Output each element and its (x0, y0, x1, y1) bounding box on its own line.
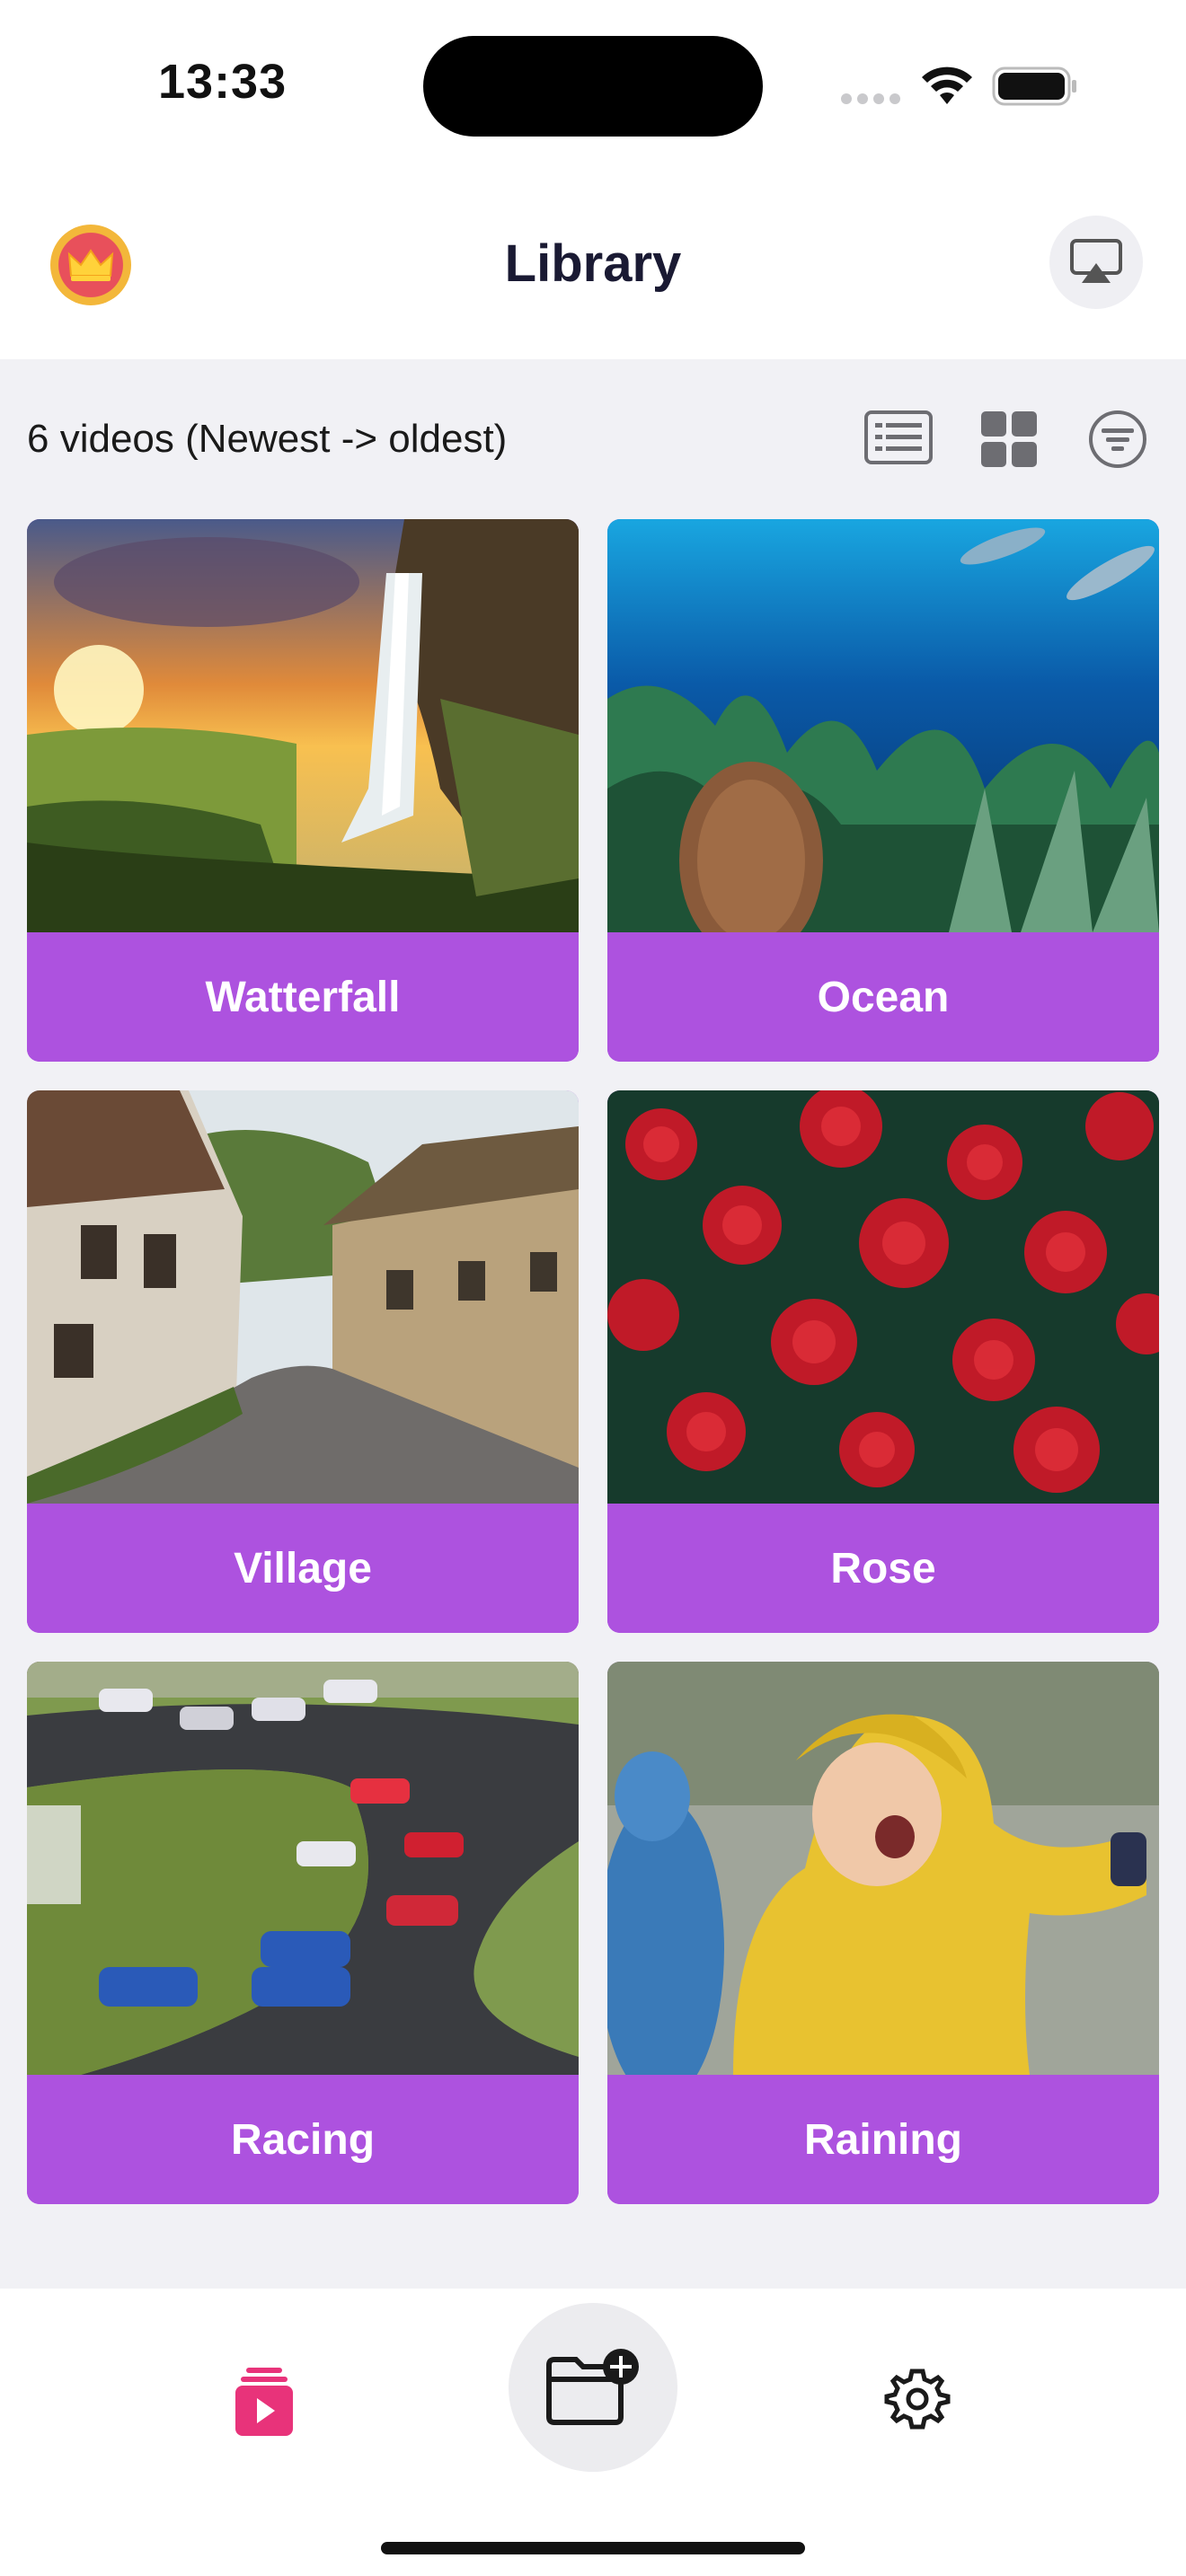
video-title: Watterfall (27, 932, 579, 1062)
airplay-icon (1070, 239, 1122, 283)
sort-icon (1089, 410, 1146, 468)
video-title: Rose (607, 1504, 1159, 1633)
gear-icon (884, 2369, 951, 2430)
video-grid: Watterfall Ocean Village Rose Racing Rai… (27, 519, 1159, 2204)
status-time: 13:33 (158, 55, 288, 109)
video-thumbnail-racing (27, 1662, 579, 2075)
list-view-button[interactable] (864, 409, 933, 466)
video-count-label: 6 videos (Newest -> oldest) (27, 417, 508, 461)
video-title: Racing (27, 2075, 579, 2204)
grid-view-button[interactable] (981, 411, 1037, 467)
page-title: Library (504, 234, 682, 293)
status-bar: 13:33 (0, 0, 1186, 180)
video-thumbnail-waterfall (27, 519, 579, 932)
tab-bar (0, 2289, 1186, 2576)
battery-icon (992, 66, 1076, 106)
airplay-button[interactable] (1049, 216, 1143, 309)
video-card-village[interactable]: Village (27, 1090, 579, 1633)
video-card-racing[interactable]: Racing (27, 1662, 579, 2204)
video-thumbnail-raining (607, 1662, 1159, 2075)
video-card-rose[interactable]: Rose (607, 1090, 1159, 1633)
video-thumbnail-ocean (607, 519, 1159, 932)
home-indicator (381, 2542, 805, 2554)
video-card-ocean[interactable]: Ocean (607, 519, 1159, 1062)
video-card-waterfall[interactable]: Watterfall (27, 519, 579, 1062)
tab-videos[interactable] (235, 2366, 293, 2438)
navigation-header: Library (0, 180, 1186, 359)
video-title: Village (27, 1504, 579, 1633)
list-view-icon (864, 410, 933, 464)
grid-view-icon (981, 411, 1037, 467)
video-title: Raining (607, 2075, 1159, 2204)
add-folder-icon (546, 2349, 639, 2425)
tab-settings[interactable] (884, 2366, 951, 2432)
sort-button[interactable] (1087, 409, 1148, 470)
cellular-signal-icon (841, 93, 900, 104)
video-card-raining[interactable]: Raining (607, 1662, 1159, 2204)
video-title: Ocean (607, 932, 1159, 1062)
wifi-icon (922, 66, 972, 104)
dynamic-island (423, 36, 763, 137)
tab-add-folder-button[interactable] (509, 2303, 677, 2472)
video-library-icon (235, 2368, 293, 2436)
video-thumbnail-rose (607, 1090, 1159, 1504)
video-thumbnail-village (27, 1090, 579, 1504)
